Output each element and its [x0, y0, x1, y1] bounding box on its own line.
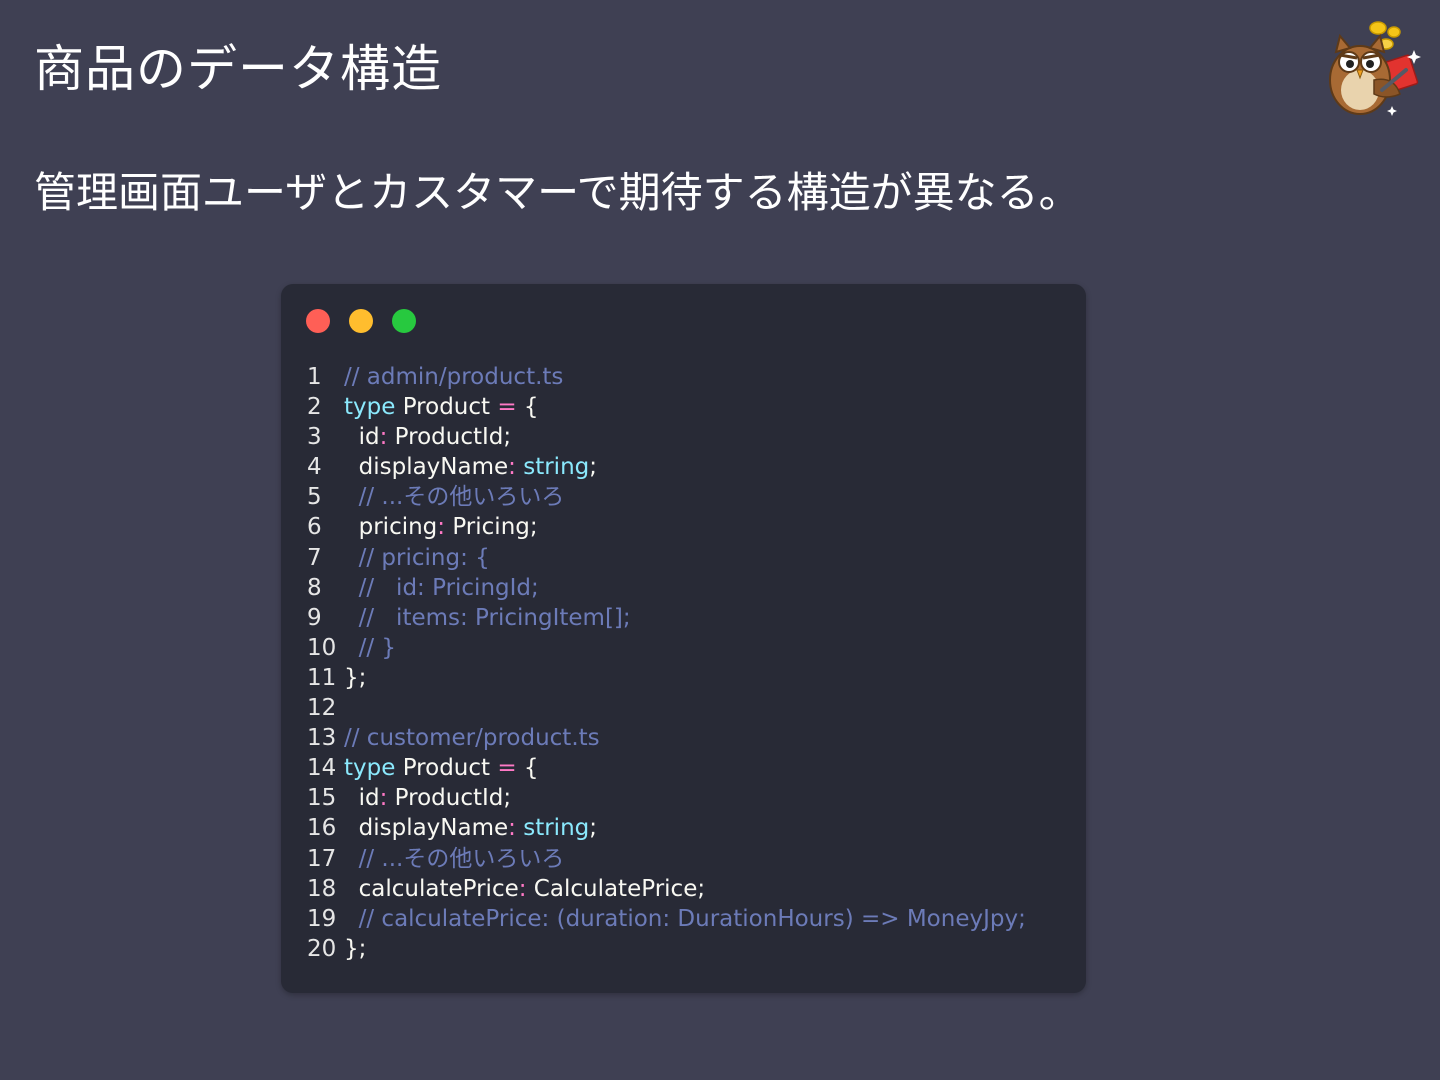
line-number: 19 [307, 905, 337, 932]
code-window: 1 // admin/product.ts 2 type Product = {3 i… [281, 284, 1086, 993]
line-number: 2 [307, 394, 322, 421]
code-token-comment: // ...その他いろいろ [344, 484, 565, 511]
owl-mascot-icon [1329, 21, 1421, 116]
code-token-comment: // pricing: { [344, 544, 490, 571]
code-line: 3 id: ProductId; [307, 422, 1077, 452]
code-token-plain: Pricing; [445, 514, 538, 541]
code-token-plain: id [344, 785, 380, 812]
code-line: 11}; [307, 663, 1077, 693]
code-token-plain: ProductId; [387, 785, 512, 812]
code-token-op: : [518, 875, 527, 902]
code-line: 2 type Product = { [307, 392, 1077, 422]
line-number: 13 [307, 725, 337, 752]
code-token-plain: Product [395, 394, 498, 421]
code-token-comment: // } [344, 634, 397, 661]
line-number: 17 [307, 845, 337, 872]
code-line: 13 // customer/product.ts [307, 723, 1077, 753]
code-token-op: = [497, 394, 517, 421]
code-token-op: : [508, 815, 516, 842]
code-token-comment: // items: PricingItem[]; [344, 604, 631, 631]
code-token-keyword: string [523, 454, 590, 481]
line-number: 3 [307, 424, 322, 451]
code-token-op: : [437, 514, 446, 541]
code-token-plain: }; [344, 935, 367, 962]
line-number: 20 [307, 935, 337, 962]
code-token-comment: // calculatePrice: (duration: DurationHo… [344, 905, 1026, 932]
code-token-plain: calculatePrice [344, 875, 519, 902]
code-line: 10 // } [307, 633, 1077, 663]
line-number: 18 [307, 875, 337, 902]
code-token-keyword: string [523, 815, 590, 842]
code-token-op: = [497, 755, 517, 782]
code-line: 15 id: ProductId; [307, 783, 1077, 813]
code-token-op: : [508, 454, 516, 481]
line-number: 1 [307, 364, 322, 390]
line-number: 6 [307, 514, 322, 541]
code-token-comment: // id: PricingId; [344, 574, 539, 601]
code-token-plain: displayName [344, 454, 509, 481]
code-token-comment: // customer/product.ts [344, 725, 600, 752]
code-token-plain: Product [395, 755, 498, 782]
code-line: 19 // calculatePrice: (duration: Duratio… [307, 904, 1077, 934]
line-number: 5 [307, 484, 322, 511]
code-token-comment: // ...その他いろいろ [344, 845, 565, 872]
maximize-dot-icon [392, 309, 416, 333]
code-line: 16 displayName: string; [307, 813, 1077, 843]
code-line: 1 // admin/product.ts [307, 362, 1077, 392]
code-line: 4 displayName: string; [307, 452, 1077, 482]
code-line: 9 // items: PricingItem[]; [307, 603, 1077, 633]
code-token-keyword: type [344, 394, 396, 421]
code-token-plain: CalculatePrice; [526, 875, 706, 902]
code-token-plain: { [516, 755, 539, 782]
line-number: 12 [307, 695, 337, 722]
line-number: 4 [307, 454, 322, 481]
code-line: 18 calculatePrice: CalculatePrice; [307, 874, 1077, 904]
code-token-plain: ProductId; [387, 424, 512, 451]
line-number: 16 [307, 815, 337, 842]
slide-title: 商品のデータ構造 [34, 40, 442, 98]
code-block: 1 // admin/product.ts 2 type Product = {3 i… [307, 362, 1077, 964]
code-line: 14 type Product = { [307, 753, 1077, 783]
line-number: 8 [307, 574, 322, 601]
code-token-plain: ; [589, 454, 597, 481]
code-line: 7 // pricing: { [307, 543, 1077, 573]
code-line: 6 pricing: Pricing; [307, 512, 1077, 542]
line-number: 7 [307, 544, 322, 571]
line-number: 15 [307, 785, 337, 812]
code-token-comment: // admin/product.ts [344, 364, 564, 390]
close-dot-icon [306, 309, 330, 333]
code-token-plain: pricing [344, 514, 438, 541]
slide-subtitle: 管理画面ユーザとカスタマーで期待する構造が異なる。 [34, 168, 1081, 217]
line-number: 14 [307, 755, 337, 782]
code-token-plain: }; [344, 664, 367, 691]
line-number: 11 [307, 664, 337, 691]
code-token-plain: { [516, 394, 539, 421]
code-line: 5 // ...その他いろいろ [307, 482, 1077, 512]
minimize-dot-icon [349, 309, 373, 333]
code-token-plain: id [344, 424, 380, 451]
line-number: 10 [307, 634, 337, 661]
code-token-plain: ; [589, 815, 597, 842]
line-number: 9 [307, 604, 322, 631]
code-line: 20}; [307, 934, 1077, 964]
code-line: 12 [307, 693, 1077, 723]
code-token-keyword: type [344, 755, 396, 782]
code-token-plain: displayName [344, 815, 509, 842]
code-line: 8 // id: PricingId; [307, 573, 1077, 603]
code-line: 17 // ...その他いろいろ [307, 844, 1077, 874]
